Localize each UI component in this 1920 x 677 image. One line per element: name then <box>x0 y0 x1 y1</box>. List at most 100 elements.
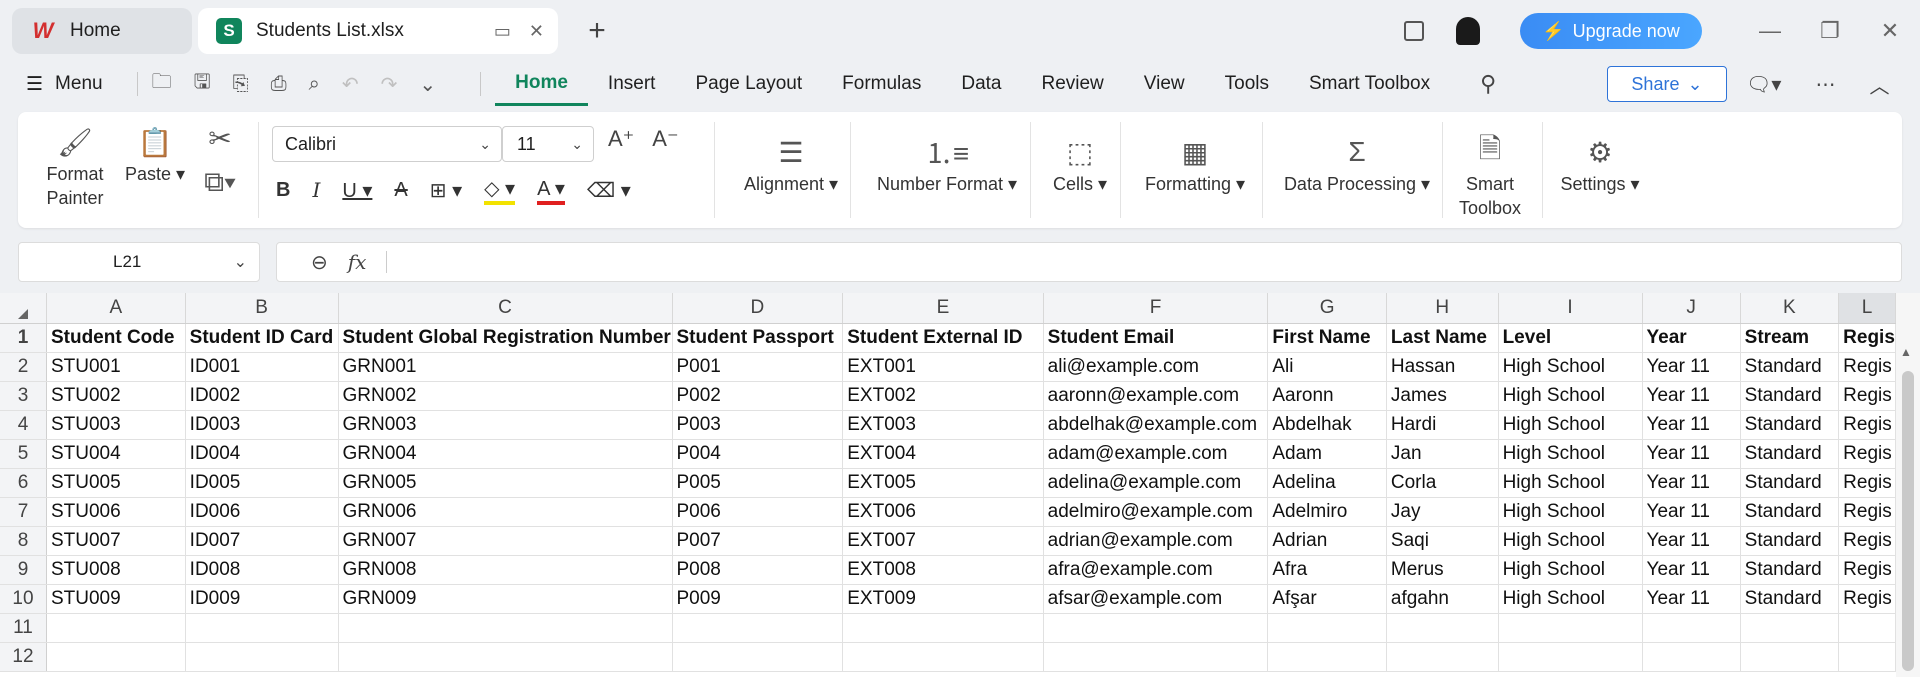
row-header[interactable]: 8 <box>0 526 47 556</box>
more-dropdown-icon[interactable]: ⌄ <box>419 72 436 97</box>
cell-b1[interactable]: Student ID Card <box>185 323 339 353</box>
cell-h5[interactable]: Jan <box>1386 439 1499 469</box>
select-all-corner[interactable] <box>0 293 47 324</box>
data-processing-button[interactable]: Σ Data Processing ▾ <box>1272 132 1442 196</box>
cell-h9[interactable]: Merus <box>1386 555 1499 585</box>
cell-f5[interactable]: adam@example.com <box>1043 439 1269 469</box>
cell-d4[interactable]: P003 <box>672 410 844 440</box>
cell-f8[interactable]: adrian@example.com <box>1043 526 1269 556</box>
cell-g12[interactable] <box>1267 642 1387 672</box>
row-header[interactable]: 10 <box>0 584 47 614</box>
tab-file[interactable]: S Students List.xlsx ▭ ✕ <box>198 8 558 54</box>
cell-g8[interactable]: Adrian <box>1267 526 1387 556</box>
cell-k3[interactable]: Standard <box>1740 381 1840 411</box>
cell-i11[interactable] <box>1498 613 1643 643</box>
cell-a3[interactable]: STU002 <box>46 381 186 411</box>
cell-c6[interactable]: GRN005 <box>338 468 673 498</box>
cell-e10[interactable]: EXT009 <box>842 584 1044 614</box>
alignment-button[interactable]: ☰ Alignment ▾ <box>726 132 856 196</box>
cell-f4[interactable]: abdelhak@example.com <box>1043 410 1269 440</box>
cell-i12[interactable] <box>1498 642 1643 672</box>
cell-d12[interactable] <box>672 642 844 672</box>
cell-k12[interactable] <box>1740 642 1840 672</box>
paste-button[interactable]: 📋 Paste ▾ <box>120 122 190 186</box>
cell-h7[interactable]: Jay <box>1386 497 1499 527</box>
cell-b9[interactable]: ID008 <box>185 555 339 585</box>
comment-icon[interactable]: 🗨▾ <box>1746 72 1781 97</box>
cell-g2[interactable]: Ali <box>1267 352 1387 382</box>
minimize-icon[interactable]: — <box>1740 18 1800 44</box>
cell-e3[interactable]: EXT002 <box>842 381 1044 411</box>
cell-k9[interactable]: Standard <box>1740 555 1840 585</box>
cell-a12[interactable] <box>46 642 186 672</box>
cell-c11[interactable] <box>338 613 673 643</box>
font-color-icon[interactable]: A ▾ <box>537 176 565 205</box>
column-header-e[interactable]: E <box>842 293 1044 324</box>
cell-f3[interactable]: aaronn@example.com <box>1043 381 1269 411</box>
cell-l11[interactable] <box>1838 613 1896 643</box>
row-header[interactable]: 3 <box>0 381 47 411</box>
cell-e4[interactable]: EXT003 <box>842 410 1044 440</box>
row-header[interactable]: 6 <box>0 468 47 498</box>
cell-i9[interactable]: High School <box>1498 555 1643 585</box>
column-header-i[interactable]: I <box>1498 293 1643 324</box>
formula-bar[interactable]: ⊖ fx <box>276 242 1902 282</box>
cell-j2[interactable]: Year 11 <box>1642 352 1741 382</box>
close-window-icon[interactable]: ✕ <box>1860 18 1920 44</box>
new-tab-button[interactable]: + <box>580 14 614 48</box>
cell-e11[interactable] <box>842 613 1044 643</box>
cell-b3[interactable]: ID002 <box>185 381 339 411</box>
cell-h1[interactable]: Last Name <box>1386 323 1499 353</box>
cell-d5[interactable]: P004 <box>672 439 844 469</box>
cell-l9[interactable]: Regis <box>1838 555 1896 585</box>
cell-e12[interactable] <box>842 642 1044 672</box>
number-format-button[interactable]: ⒈≡ Number Format ▾ <box>862 132 1032 196</box>
cell-l2[interactable]: Regis <box>1838 352 1896 382</box>
column-header-h[interactable]: H <box>1386 293 1499 324</box>
cell-l6[interactable]: Regis <box>1838 468 1896 498</box>
cell-c7[interactable]: GRN006 <box>338 497 673 527</box>
cell-j10[interactable]: Year 11 <box>1642 584 1741 614</box>
tab-home[interactable]: Home <box>495 62 588 106</box>
cell-a6[interactable]: STU005 <box>46 468 186 498</box>
cell-e8[interactable]: EXT007 <box>842 526 1044 556</box>
fill-color-icon[interactable]: ◇ ▾ <box>484 176 516 205</box>
open-folder-icon[interactable]: 🗀 <box>152 67 172 101</box>
cell-j11[interactable] <box>1642 613 1741 643</box>
underline-icon[interactable]: U ▾ <box>342 178 372 203</box>
tab-formulas[interactable]: Formulas <box>822 62 941 106</box>
tab-page-layout[interactable]: Page Layout <box>675 62 822 106</box>
menu-button[interactable]: ☰ Menu <box>26 73 103 96</box>
zoom-icon[interactable]: ⊖ <box>311 250 328 275</box>
cell-b10[interactable]: ID009 <box>185 584 339 614</box>
cell-d6[interactable]: P005 <box>672 468 844 498</box>
copy-button[interactable]: ⧉▾ <box>190 162 250 202</box>
cell-j12[interactable] <box>1642 642 1741 672</box>
cell-l4[interactable]: Regis <box>1838 410 1896 440</box>
restore-view-icon[interactable] <box>1404 21 1424 41</box>
cell-g3[interactable]: Aaronn <box>1267 381 1387 411</box>
row-header[interactable]: 5 <box>0 439 47 469</box>
cell-l10[interactable]: Regis <box>1838 584 1896 614</box>
cell-i5[interactable]: High School <box>1498 439 1643 469</box>
cell-h4[interactable]: Hardi <box>1386 410 1499 440</box>
cell-i4[interactable]: High School <box>1498 410 1643 440</box>
cell-b8[interactable]: ID007 <box>185 526 339 556</box>
cell-k8[interactable]: Standard <box>1740 526 1840 556</box>
cell-b7[interactable]: ID006 <box>185 497 339 527</box>
row-header[interactable]: 11 <box>0 613 47 643</box>
cell-e1[interactable]: Student External ID <box>842 323 1044 353</box>
cell-d1[interactable]: Student Passport <box>672 323 844 353</box>
cell-l8[interactable]: Regis <box>1838 526 1896 556</box>
cell-h3[interactable]: James <box>1386 381 1499 411</box>
cell-j7[interactable]: Year 11 <box>1642 497 1741 527</box>
cell-i6[interactable]: High School <box>1498 468 1643 498</box>
export-icon[interactable]: ⎘ <box>233 73 249 96</box>
cell-k5[interactable]: Standard <box>1740 439 1840 469</box>
redo-icon[interactable]: ↷ <box>381 72 398 97</box>
cell-f2[interactable]: ali@example.com <box>1043 352 1269 382</box>
cell-a1[interactable]: Student Code <box>46 323 186 353</box>
column-header-c[interactable]: C <box>338 293 673 324</box>
cell-j3[interactable]: Year 11 <box>1642 381 1741 411</box>
cell-g11[interactable] <box>1267 613 1387 643</box>
